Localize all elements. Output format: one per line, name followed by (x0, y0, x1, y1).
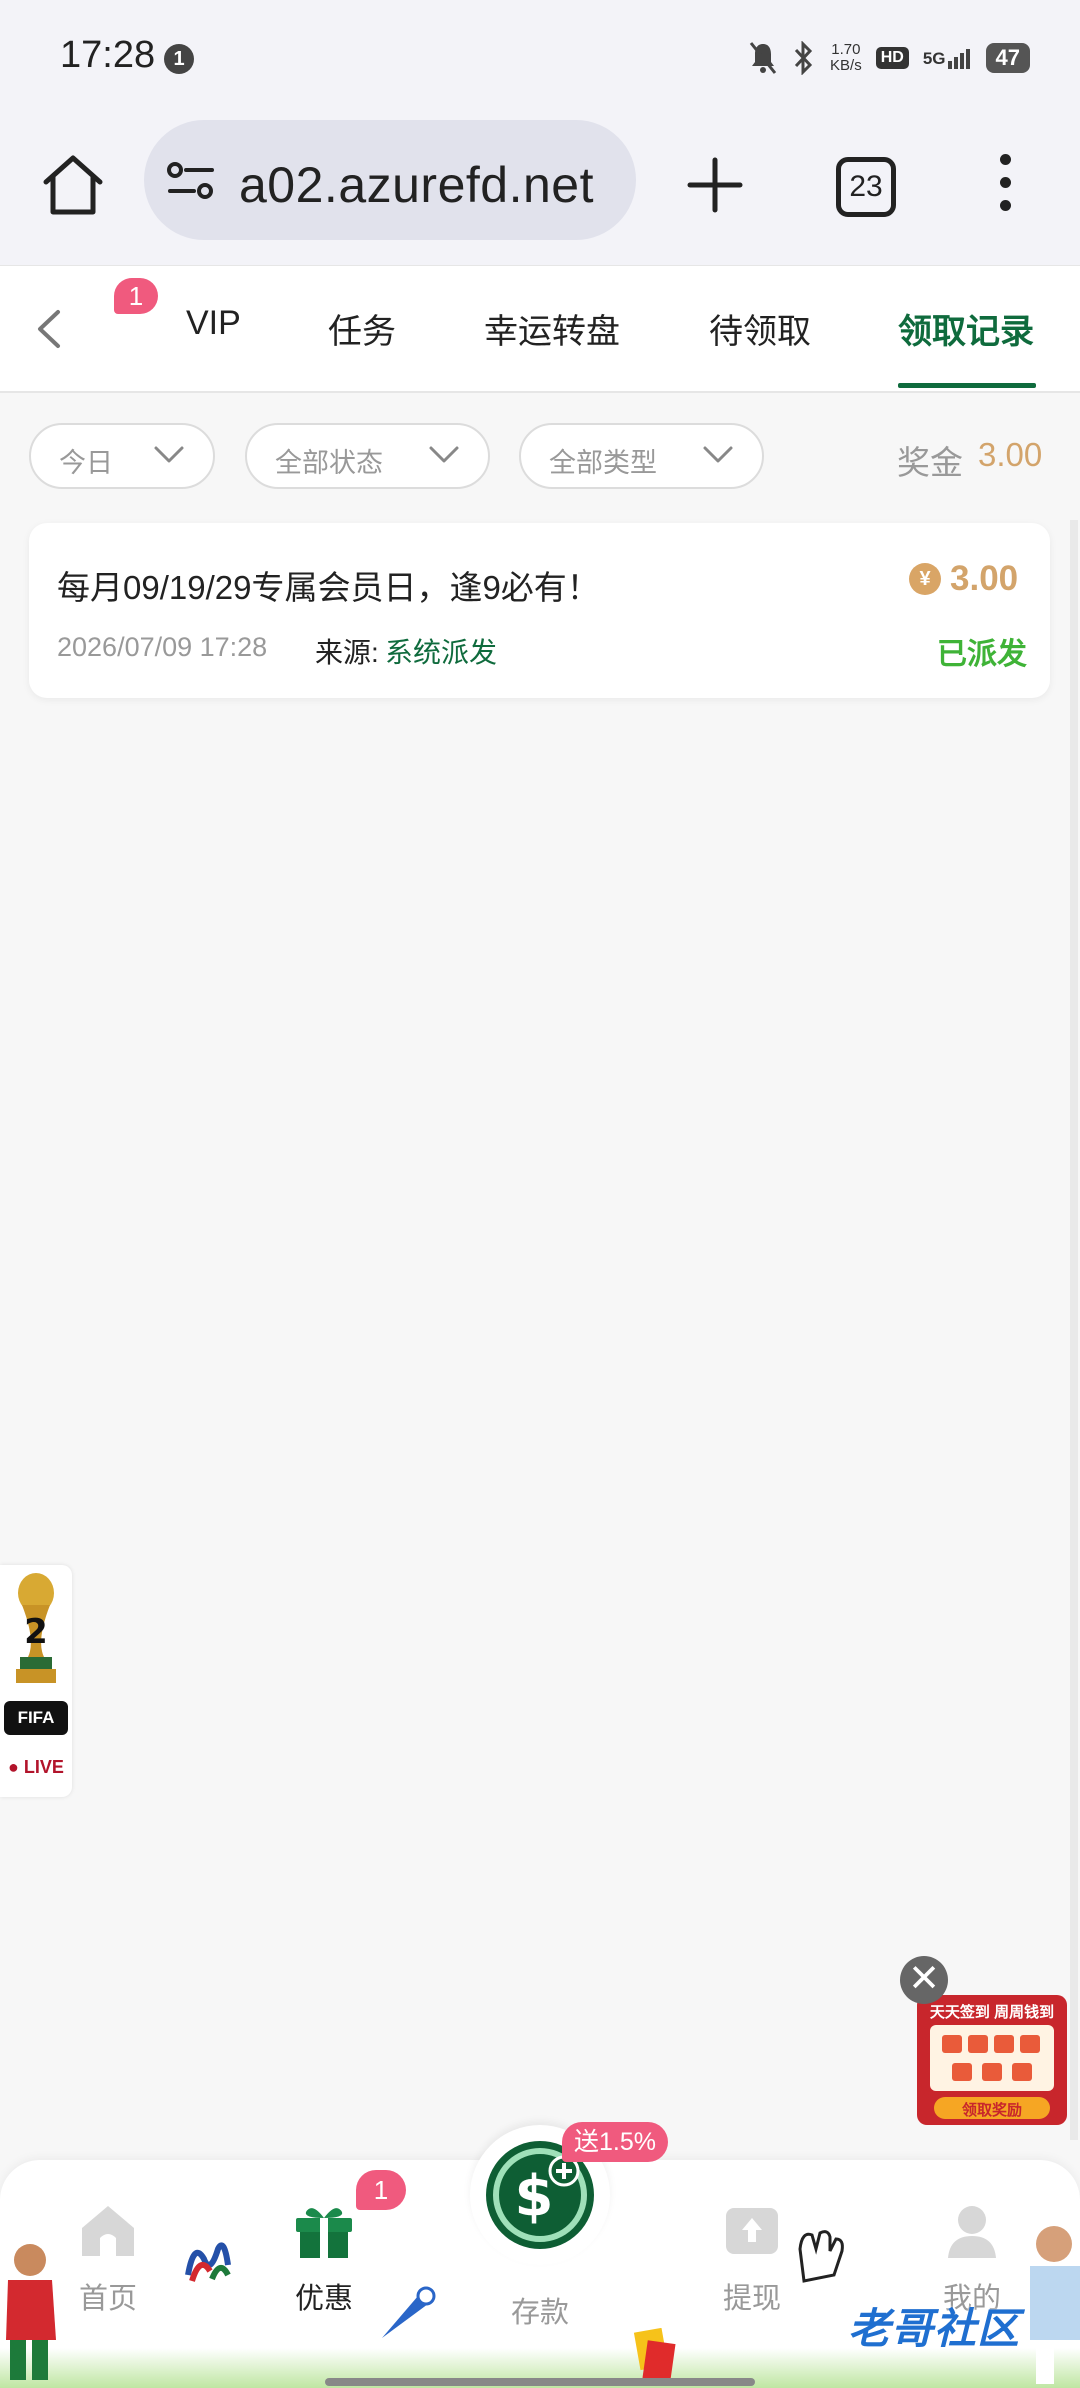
tab-claim-records[interactable]: 领取记录 (898, 304, 1034, 353)
active-tab-underline (898, 383, 1036, 388)
network-speed-unit: KB/s (830, 57, 862, 74)
network-speed-value: 1.70 (831, 41, 861, 58)
svg-text:2: 2 (24, 1612, 48, 1652)
nav-deposit-label[interactable]: 存款 (470, 2289, 610, 2331)
chevron-down-icon (703, 446, 733, 463)
status-filter-label: 全部状态 (275, 448, 383, 478)
soccer-player-icon (6, 2244, 56, 2380)
record-title: 每月09/19/29专属会员日，逢9必有！ (57, 569, 600, 606)
record-time: 2026/07/09 17:28 (57, 632, 268, 662)
gift-icon (296, 2208, 352, 2258)
live-indicator: ● LIVE (8, 1757, 64, 1777)
user-icon (948, 2206, 996, 2258)
fifa-live-widget[interactable]: 2 FIFA ● LIVE (0, 1565, 72, 1797)
record-card: 每月09/19/29专属会员日，逢9必有！ ¥ 3.00 2026/07/09 … (29, 523, 1050, 698)
status-bar: 17:28 1 1.70 KB/s HD 5G 47 (0, 0, 1080, 110)
more-menu-icon[interactable] (990, 150, 1020, 220)
tab-lucky-wheel[interactable]: 幸运转盘 (484, 304, 620, 353)
home-indicator[interactable] (325, 2378, 755, 2386)
tab-pending[interactable]: 待领取 (709, 304, 811, 353)
fifa-badge: FIFA (4, 1701, 68, 1735)
home-nav-icon (82, 2206, 134, 2256)
svg-text:$: $ (515, 2164, 554, 2229)
signal-bars-icon (947, 49, 970, 69)
scrollbar[interactable] (1070, 520, 1078, 2140)
nav-promotions-label: 优惠 (294, 2283, 353, 2315)
promo-title: 天天签到 周周钱到 (929, 2004, 1055, 2021)
battery-indicator: 47 (985, 43, 1030, 73)
browser-toolbar: a02.azurefd.net 23 (0, 110, 1080, 265)
new-tab-icon[interactable] (680, 150, 750, 220)
ribbon-logo-icon (185, 2242, 231, 2282)
network-type: 5G (922, 49, 946, 68)
date-filter-dropdown[interactable]: 今日 (29, 423, 215, 489)
close-icon[interactable]: ✕ (900, 1956, 948, 2004)
status-icons: 1.70 KB/s HD 5G 47 (748, 38, 1030, 78)
record-status: 已派发 (937, 638, 1027, 671)
status-filter-dropdown[interactable]: 全部状态 (245, 423, 490, 489)
bonus-total-value: 3.00 (978, 436, 1043, 473)
record-source-value: 系统派发 (385, 637, 498, 668)
record-amount: 3.00 (950, 559, 1019, 598)
site-settings-icon[interactable] (166, 160, 216, 202)
home-icon[interactable] (38, 150, 108, 220)
record-source-label: 来源: (315, 637, 379, 668)
date-filter-label: 今日 (59, 448, 113, 478)
goalkeeper-glove-icon (798, 2230, 844, 2283)
trophy-icon: 2 (16, 1573, 56, 1683)
bluetooth-icon (794, 41, 813, 75)
nav-promotions[interactable]: 优惠 (254, 2200, 394, 2317)
network-speed: 1.70 KB/s (830, 42, 862, 74)
watermark-logo: 老哥社区 (848, 2305, 1021, 2352)
promo-claim-button[interactable]: 领取奖励 (934, 2099, 1050, 2120)
chevron-down-icon (154, 446, 184, 463)
vuvuzela-icon (382, 2286, 436, 2338)
address-bar[interactable]: a02.azurefd.net (144, 120, 636, 240)
promotions-badge: 1 (356, 2170, 406, 2210)
type-filter-dropdown[interactable]: 全部类型 (519, 423, 764, 489)
coin-icon: ¥ (909, 563, 941, 595)
back-arrow-icon[interactable] (30, 306, 66, 352)
tab-vip[interactable]: VIP (186, 304, 241, 343)
hd-badge: HD (875, 47, 909, 69)
tab-tasks[interactable]: 任务 (328, 304, 396, 353)
url-text[interactable]: a02.azurefd.net (239, 156, 594, 214)
category-tab-bar: 1 VIP 任务 幸运转盘 待领取 领取记录 (0, 265, 1080, 393)
tab-badge: 1 (114, 278, 158, 314)
notification-count-badge: 1 (164, 44, 194, 74)
live-label: LIVE (23, 1757, 64, 1777)
tab-switcher-button[interactable]: 23 (836, 157, 896, 217)
deposit-bonus-tag: 送1.5% (562, 2122, 668, 2162)
chevron-down-icon (429, 446, 459, 463)
bonus-total-label: 奖金 (897, 444, 963, 481)
status-time: 17:28 (60, 34, 156, 76)
soccer-player-icon (1030, 2226, 1080, 2384)
signal-indicator: 5G (923, 47, 972, 69)
type-filter-label: 全部类型 (549, 448, 657, 478)
withdraw-icon (726, 2208, 778, 2254)
mute-bell-icon (749, 42, 777, 74)
